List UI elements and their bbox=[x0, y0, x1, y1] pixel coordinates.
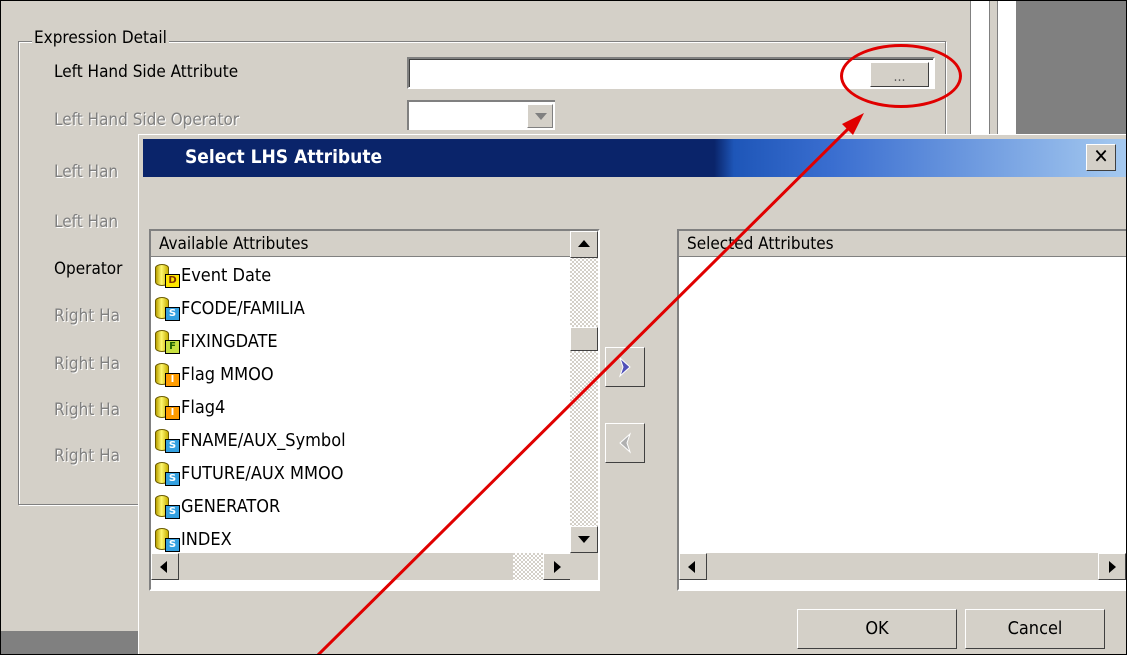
list-item[interactable]: I Flag MMOO bbox=[153, 358, 274, 391]
attribute-label: Flag4 bbox=[181, 397, 226, 418]
lhs-row4-label: Left Han bbox=[54, 212, 119, 232]
cancel-button[interactable]: Cancel bbox=[965, 609, 1105, 649]
remove-attribute-button[interactable] bbox=[605, 423, 645, 463]
available-attributes-header[interactable]: Available Attributes bbox=[151, 231, 571, 257]
list-item[interactable]: S INDEX bbox=[153, 523, 232, 556]
attribute-label: Event Date bbox=[181, 265, 272, 286]
chevron-down-icon[interactable] bbox=[527, 104, 553, 128]
list-item[interactable]: S FNAME/AUX_Symbol bbox=[153, 424, 346, 457]
dialog-title: Select LHS Attribute bbox=[185, 146, 383, 168]
available-vertical-scrollbar[interactable] bbox=[570, 231, 598, 553]
list-item[interactable]: S FCODE/FAMILIA bbox=[153, 292, 305, 325]
lhs-attribute-label: Left Hand Side Attribute bbox=[54, 62, 239, 82]
rhs-row4-label: Right Ha bbox=[54, 446, 121, 466]
scroll-left-button[interactable] bbox=[151, 553, 179, 580]
database-attribute-icon: F bbox=[153, 328, 181, 356]
browse-attribute-button[interactable]: ... bbox=[870, 62, 929, 87]
attribute-label: FIXINGDATE bbox=[181, 331, 278, 352]
scroll-track[interactable] bbox=[513, 553, 543, 580]
lhs-operator-label: Left Hand Side Operator bbox=[54, 110, 240, 130]
list-item[interactable]: S FUTURE/AUX MMOO bbox=[153, 457, 343, 490]
attribute-label: FUTURE/AUX MMOO bbox=[181, 463, 344, 484]
attribute-label: FCODE/FAMILIA bbox=[181, 298, 305, 319]
rhs-row3-label: Right Ha bbox=[54, 400, 121, 420]
ok-button[interactable]: OK bbox=[797, 609, 957, 649]
close-button[interactable]: ✕ bbox=[1086, 144, 1116, 171]
scroll-corner bbox=[570, 553, 598, 580]
list-item[interactable]: I Flag4 bbox=[153, 391, 225, 424]
list-item[interactable]: F FIXINGDATE bbox=[153, 325, 278, 358]
list-item[interactable]: D Event Date bbox=[153, 259, 271, 292]
close-icon: ✕ bbox=[1093, 144, 1109, 168]
available-horizontal-scrollbar[interactable] bbox=[151, 553, 571, 580]
database-attribute-icon: S bbox=[153, 295, 181, 323]
database-attribute-icon: D bbox=[153, 262, 181, 290]
select-lhs-attribute-dialog: Select LHS Attribute ✕ Available Attribu… bbox=[138, 134, 1127, 655]
scroll-right-button[interactable] bbox=[543, 553, 571, 580]
lhs-row3-label: Left Han bbox=[54, 162, 119, 182]
database-attribute-icon: I bbox=[153, 394, 181, 422]
database-attribute-icon: S bbox=[153, 460, 181, 488]
lhs-attribute-field[interactable] bbox=[407, 57, 935, 89]
selected-attributes-header[interactable]: Selected Attributes bbox=[679, 231, 1127, 257]
attribute-label: FNAME/AUX_Symbol bbox=[181, 430, 346, 451]
rhs-row2-label: Right Ha bbox=[54, 354, 121, 374]
selected-horizontal-scrollbar[interactable] bbox=[679, 553, 1127, 580]
database-attribute-icon: S bbox=[153, 427, 181, 455]
scroll-left-button[interactable] bbox=[679, 553, 707, 580]
chevron-left-icon bbox=[619, 432, 632, 454]
available-attributes-list[interactable]: Available Attributes D Event Date S FCODE/F… bbox=[149, 229, 600, 591]
attribute-label: INDEX bbox=[181, 529, 232, 550]
add-attribute-button[interactable] bbox=[605, 347, 645, 387]
scroll-up-button[interactable] bbox=[570, 231, 598, 258]
lhs-operator-select[interactable] bbox=[407, 100, 555, 130]
database-attribute-icon: S bbox=[153, 493, 181, 521]
operator-label: Operator bbox=[54, 259, 123, 279]
list-item[interactable]: S GENERATOR bbox=[153, 490, 280, 523]
group-title: Expression Detail bbox=[32, 28, 169, 48]
database-attribute-icon: S bbox=[153, 526, 181, 554]
dialog-title-bar[interactable]: Select LHS Attribute ✕ bbox=[143, 139, 1127, 177]
selected-attributes-list[interactable]: Selected Attributes bbox=[677, 229, 1127, 591]
scroll-down-button[interactable] bbox=[570, 526, 598, 553]
database-attribute-icon: I bbox=[153, 361, 181, 389]
attribute-label: GENERATOR bbox=[181, 496, 281, 517]
scroll-right-button[interactable] bbox=[1098, 553, 1126, 580]
chevron-right-icon bbox=[618, 356, 631, 378]
attribute-label: Flag MMOO bbox=[181, 364, 274, 385]
rhs-row1-label: Right Ha bbox=[54, 306, 121, 326]
scroll-thumb[interactable] bbox=[570, 327, 598, 351]
